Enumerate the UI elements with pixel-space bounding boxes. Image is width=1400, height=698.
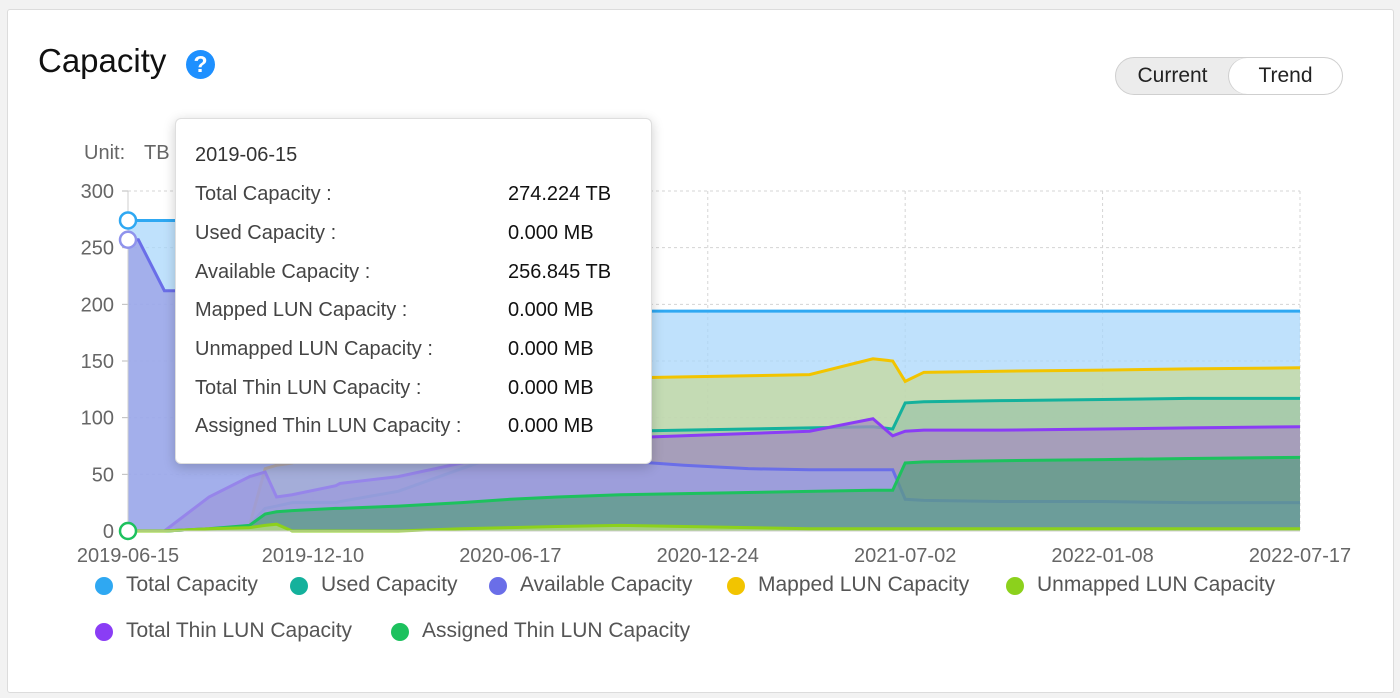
y-tick-label: 150: [81, 351, 114, 373]
x-tick-label: 2022-01-08: [1051, 545, 1153, 567]
tooltip-label: Total Thin LUN Capacity :: [195, 377, 422, 399]
unit-value: TB: [144, 142, 170, 164]
y-tick-label: 250: [81, 238, 114, 260]
legend-label: Total Thin LUN Capacity: [126, 619, 353, 642]
unit-label: Unit:: [84, 142, 125, 164]
x-tick-label: 2020-12-24: [657, 545, 759, 567]
tooltip-row: Used Capacity : 0.000 MB: [195, 222, 635, 248]
legend-dot: [391, 623, 409, 641]
tooltip-label: Total Capacity :: [195, 183, 332, 205]
hover-marker: [118, 230, 138, 249]
chart-tooltip: 2019-06-15 Total Capacity : 274.224 TB Us…: [175, 118, 652, 464]
legend-dot: [1006, 577, 1024, 595]
legend-dot: [727, 577, 745, 595]
y-tick-label: 50: [92, 464, 114, 486]
y-tick-label: 100: [81, 408, 114, 430]
hover-marker: [118, 521, 138, 541]
x-tick-label: 2020-06-17: [459, 545, 561, 567]
tooltip-label: Mapped LUN Capacity :: [195, 299, 408, 321]
tooltip-label: Unmapped LUN Capacity :: [195, 338, 433, 360]
y-tick-label: 200: [81, 294, 114, 316]
tooltip-row: Assigned Thin LUN Capacity : 0.000 MB: [195, 415, 635, 441]
tooltip-value: 256.845 TB: [508, 261, 612, 283]
tooltip-value: 0.000 MB: [508, 338, 594, 360]
legend-label: Used Capacity: [321, 573, 458, 596]
tooltip-label: Used Capacity :: [195, 222, 337, 244]
tooltip-date: 2019-06-15: [195, 144, 298, 166]
tooltip-row: Total Capacity : 274.224 TB: [195, 183, 635, 209]
legend-label: Total Capacity: [126, 573, 258, 596]
tooltip-row: Total Thin LUN Capacity : 0.000 MB: [195, 377, 635, 403]
y-tick-label: 300: [81, 181, 114, 203]
legend-dot: [95, 623, 113, 641]
x-tick-label: 2021-07-02: [854, 545, 956, 567]
tooltip-value: 0.000 MB: [508, 415, 594, 437]
hover-marker: [118, 211, 138, 230]
tooltip-value: 0.000 MB: [508, 222, 594, 244]
tooltip-label: Assigned Thin LUN Capacity :: [195, 415, 462, 437]
legend-dot: [290, 577, 308, 595]
x-tick-label: 2019-12-10: [262, 545, 364, 567]
legend-dot: [95, 577, 113, 595]
legend-label: Unmapped LUN Capacity: [1037, 573, 1276, 596]
tooltip-row: Mapped LUN Capacity : 0.000 MB: [195, 299, 635, 325]
tooltip-value: 0.000 MB: [508, 299, 594, 321]
legend-dot: [489, 577, 507, 595]
tooltip-value: 0.000 MB: [508, 377, 594, 399]
y-tick-label: 0: [103, 521, 114, 543]
tooltip-row: Available Capacity : 256.845 TB: [195, 261, 635, 287]
legend-label: Available Capacity: [520, 573, 693, 596]
x-tick-label: 2019-06-15: [77, 545, 179, 567]
tooltip-row: Unmapped LUN Capacity : 0.000 MB: [195, 338, 635, 364]
legend-label: Mapped LUN Capacity: [758, 573, 970, 596]
x-tick-label: 2022-07-17: [1249, 545, 1351, 567]
legend-label: Assigned Thin LUN Capacity: [422, 619, 691, 642]
tooltip-label: Available Capacity :: [195, 261, 371, 283]
tooltip-value: 274.224 TB: [508, 183, 612, 205]
